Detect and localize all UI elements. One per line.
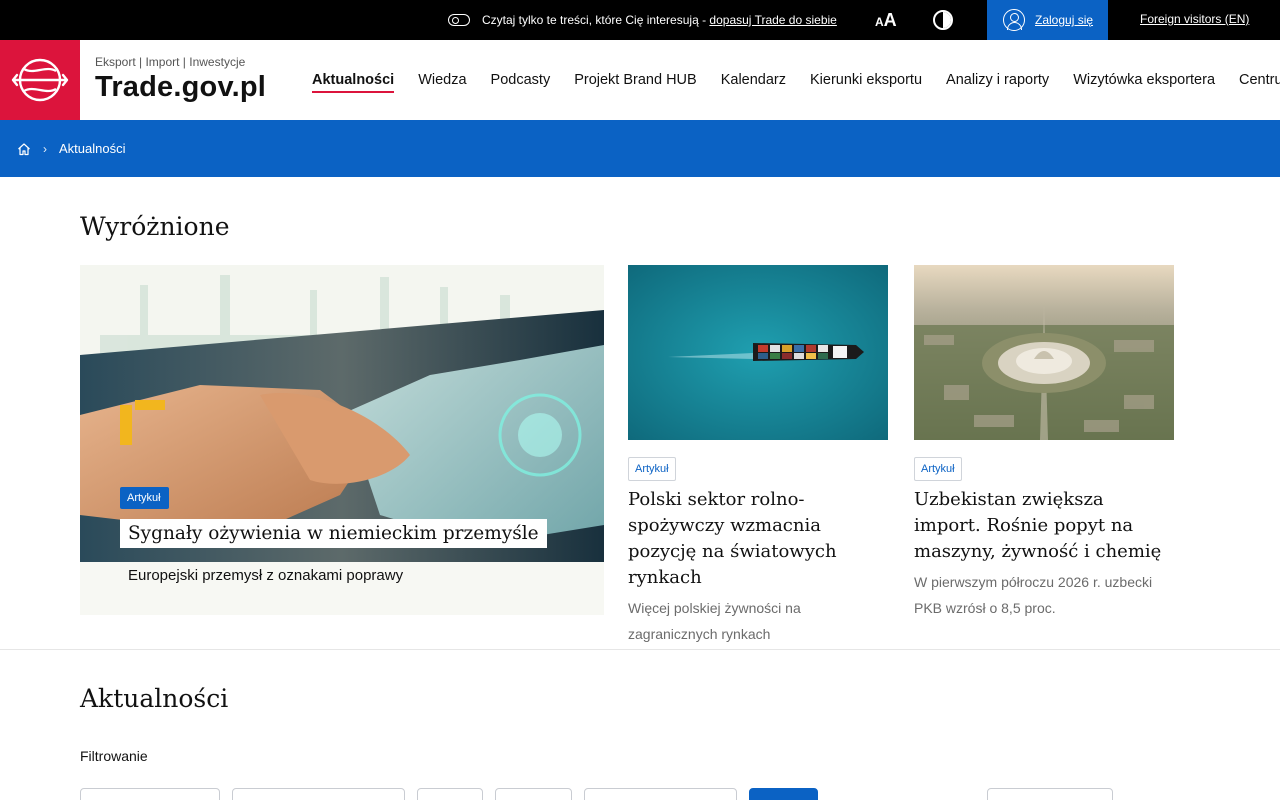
filter-dropdown[interactable] (417, 788, 483, 800)
login-link[interactable]: Zaloguj się (1035, 13, 1093, 27)
featured-card[interactable]: Artykuł Uzbekistan zwiększa import. Rośn… (914, 265, 1174, 621)
card-title[interactable]: Uzbekistan zwiększa import. Rośnie popyt… (914, 487, 1174, 565)
toggle-icon[interactable] (448, 14, 470, 26)
site-tagline: Eksport | Import | Inwestycje (95, 55, 246, 69)
filter-label: Filtrowanie (80, 748, 148, 764)
login-button[interactable]: Zaloguj się (987, 0, 1108, 40)
container-ship-image (628, 265, 888, 440)
foreign-visitors-link[interactable]: Foreign visitors (EN) (1140, 12, 1249, 26)
handshake-image (80, 265, 604, 562)
news-heading: Aktualności (80, 684, 229, 713)
breadcrumb: › Aktualności (0, 120, 1280, 177)
article-badge: Artykuł (120, 487, 169, 509)
font-size-icon[interactable]: AA (875, 10, 897, 31)
section-divider (0, 649, 1280, 650)
nav-item-kierunki[interactable]: Kierunki eksportu (810, 66, 922, 94)
filter-dropdown[interactable] (495, 788, 572, 800)
nav-item-podcasty[interactable]: Podcasty (491, 66, 551, 94)
top-bar: Czytaj tylko te treści, które Cię intere… (0, 0, 1280, 40)
user-icon (1003, 9, 1025, 31)
breadcrumb-current: Aktualności (59, 141, 126, 156)
site-title[interactable]: Trade.gov.pl (95, 71, 266, 104)
contrast-icon[interactable] (933, 10, 953, 30)
featured-heading: Wyróżnione (80, 212, 230, 241)
personalize-bar: Czytaj tylko te treści, które Cię intere… (448, 0, 837, 40)
filter-dropdown[interactable] (232, 788, 405, 800)
card-lead: W pierwszym półroczu 2026 r. uzbecki PKB… (914, 574, 1153, 616)
card-title[interactable]: Polski sektor rolno-spożywczy wzmacnia p… (628, 487, 888, 591)
site-header: Eksport | Import | Inwestycje Trade.gov.… (0, 40, 1280, 120)
card-lead: Więcej polskiej żywności na zagranicznyc… (628, 600, 801, 642)
city-aerial-image (914, 265, 1174, 440)
filter-dropdown[interactable] (584, 788, 737, 800)
nav-item-analizy[interactable]: Analizy i raporty (946, 66, 1049, 94)
filter-dropdown[interactable] (80, 788, 220, 800)
article-badge: Artykuł (914, 457, 962, 481)
personalize-link[interactable]: dopasuj Trade do siebie (709, 13, 836, 27)
article-badge: Artykuł (628, 457, 676, 481)
chevron-right-icon: › (43, 141, 47, 156)
sort-dropdown[interactable] (987, 788, 1113, 800)
featured-card[interactable]: Artykuł Polski sektor rolno-spożywczy wz… (628, 265, 888, 647)
featured-main-lead: Europejski przemysł z oznakami poprawy (128, 567, 404, 584)
nav-item-wizytowka[interactable]: Wizytówka eksportera (1073, 66, 1215, 94)
nav-item-kalendarz[interactable]: Kalendarz (721, 66, 786, 94)
nav-item-centrum[interactable]: Centrum Ws (1239, 66, 1280, 94)
featured-main-card[interactable]: Artykuł Sygnały ożywienia w niemieckim p… (80, 265, 604, 615)
home-icon[interactable] (17, 142, 31, 156)
featured-main-title[interactable]: Sygnały ożywienia w niemieckim przemyśle (120, 519, 547, 548)
nav-item-wiedza[interactable]: Wiedza (418, 66, 466, 94)
personalize-text: Czytaj tylko te treści, które Cię intere… (482, 13, 710, 27)
main-nav: Aktualności Wiedza Podcasty Projekt Bran… (312, 40, 1280, 120)
globe-logo-icon (11, 58, 69, 102)
nav-item-aktualnosci[interactable]: Aktualności (312, 66, 395, 94)
nav-item-brand-hub[interactable]: Projekt Brand HUB (574, 66, 697, 94)
site-logo[interactable] (0, 40, 80, 120)
filter-apply-button[interactable] (749, 788, 818, 800)
